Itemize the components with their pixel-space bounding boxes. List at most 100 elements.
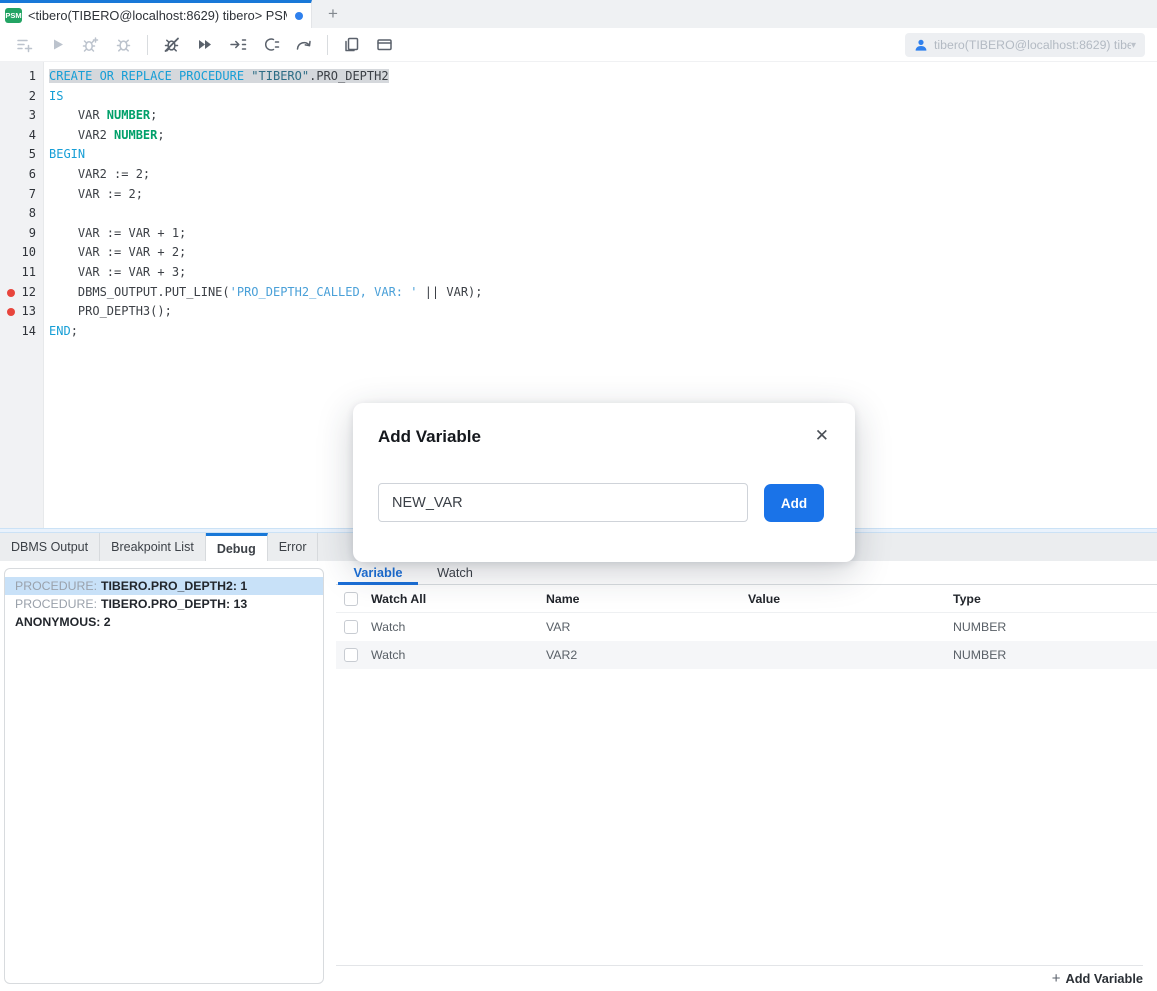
- line-text: END;: [36, 322, 78, 342]
- debug-icon: [115, 36, 132, 53]
- step-into-icon: [229, 36, 247, 53]
- line-text: VAR := 2;: [36, 185, 143, 205]
- code-line-3[interactable]: 3 VAR NUMBER;: [0, 106, 1157, 126]
- watch-label: Watch: [371, 620, 405, 634]
- line-number[interactable]: 5: [0, 145, 36, 165]
- line-number[interactable]: 10: [0, 243, 36, 263]
- variable-footer: + Add Variable: [336, 965, 1143, 991]
- code-line-6[interactable]: 6 VAR2 := 2;: [0, 165, 1157, 185]
- psm-file-icon: PSM: [5, 8, 22, 23]
- line-number[interactable]: 4: [0, 126, 36, 146]
- stack-frame[interactable]: PROCEDURE:TIBERO.PRO_DEPTH2: 1: [5, 577, 323, 595]
- debug-new-button: [77, 32, 104, 58]
- line-number[interactable]: 11: [0, 263, 36, 283]
- unsaved-dot-icon: [295, 12, 303, 20]
- no-debug-icon: [163, 36, 180, 53]
- run-icon: [49, 36, 66, 53]
- no-debug-button[interactable]: [158, 32, 185, 58]
- line-number[interactable]: 6: [0, 165, 36, 185]
- code-line-2[interactable]: 2IS: [0, 87, 1157, 107]
- code-line-14[interactable]: 14END;: [0, 322, 1157, 342]
- line-text: VAR := VAR + 3;: [36, 263, 186, 283]
- line-number[interactable]: 8: [0, 204, 36, 224]
- step-into-button[interactable]: [224, 32, 251, 58]
- add-script-icon: [16, 36, 33, 53]
- watch-checkbox[interactable]: [344, 620, 358, 634]
- tab-variable[interactable]: Variable: [336, 561, 420, 584]
- toolbar-separator: [327, 35, 328, 55]
- step-over-icon: [295, 36, 313, 53]
- run-button: [44, 32, 71, 58]
- code-line-7[interactable]: 7 VAR := 2;: [0, 185, 1157, 205]
- variable-type: NUMBER: [953, 620, 1157, 634]
- line-number[interactable]: 7: [0, 185, 36, 205]
- add-variable-button[interactable]: + Add Variable: [1052, 970, 1143, 987]
- code-line-8[interactable]: 8: [0, 204, 1157, 224]
- step-out-icon: [262, 36, 280, 53]
- line-text: VAR NUMBER;: [36, 106, 157, 126]
- tab-debug[interactable]: Debug: [206, 533, 268, 561]
- call-stack-panel: PROCEDURE:TIBERO.PRO_DEPTH2: 1PROCEDURE:…: [4, 568, 324, 984]
- code-line-11[interactable]: 11 VAR := VAR + 3;: [0, 263, 1157, 283]
- line-number[interactable]: 2: [0, 87, 36, 107]
- variable-table-body: WatchVARNUMBERWatchVAR2NUMBER: [336, 613, 1157, 669]
- tab-breakpoint-list[interactable]: Breakpoint List: [100, 533, 206, 561]
- tab-dbms-output[interactable]: DBMS Output: [0, 533, 100, 561]
- step-over-button[interactable]: [290, 32, 317, 58]
- tab-error[interactable]: Error: [268, 533, 319, 561]
- connection-label: tibero(TIBERO@localhost:8629) tibero: [934, 38, 1131, 52]
- toolbar-separator: [147, 35, 148, 55]
- variable-row-var2[interactable]: WatchVAR2NUMBER: [336, 641, 1157, 669]
- stack-frame-kind: PROCEDURE:: [15, 597, 97, 611]
- line-text: [36, 204, 49, 224]
- new-tab-button[interactable]: +: [320, 2, 346, 26]
- watch-label: Watch: [371, 648, 405, 662]
- code-line-10[interactable]: 10 VAR := VAR + 2;: [0, 243, 1157, 263]
- variable-table-header: Watch All Name Value Type: [336, 585, 1157, 613]
- toolbar-icons: [8, 32, 401, 58]
- stack-frame-location: TIBERO.PRO_DEPTH2: 1: [101, 579, 247, 593]
- code-line-4[interactable]: 4 VAR2 NUMBER;: [0, 126, 1157, 146]
- resume-button[interactable]: [191, 32, 218, 58]
- code-line-13[interactable]: 13 PRO_DEPTH3();: [0, 302, 1157, 322]
- open-folder-button[interactable]: [371, 32, 398, 58]
- plus-icon: +: [1052, 970, 1061, 987]
- line-text: IS: [36, 87, 63, 107]
- line-number[interactable]: 14: [0, 322, 36, 342]
- step-out-button[interactable]: [257, 32, 284, 58]
- open-folder-icon: [376, 36, 393, 53]
- code-lines: 1CREATE OR REPLACE PROCEDURE "TIBERO".PR…: [0, 67, 1157, 341]
- debug-panel: PROCEDURE:TIBERO.PRO_DEPTH2: 1PROCEDURE:…: [0, 561, 1157, 991]
- variable-row-var[interactable]: WatchVARNUMBER: [336, 613, 1157, 641]
- tab-watch[interactable]: Watch: [420, 561, 490, 584]
- line-text: VAR2 := 2;: [36, 165, 150, 185]
- line-number[interactable]: 1: [0, 67, 36, 87]
- line-number[interactable]: 3: [0, 106, 36, 126]
- line-number[interactable]: 13: [0, 302, 36, 322]
- copy-button[interactable]: [338, 32, 365, 58]
- connection-select[interactable]: tibero(TIBERO@localhost:8629) tibero ▾: [905, 33, 1145, 57]
- toolbar: tibero(TIBERO@localhost:8629) tibero ▾: [0, 28, 1157, 62]
- code-line-5[interactable]: 5BEGIN: [0, 145, 1157, 165]
- code-line-12[interactable]: 12 DBMS_OUTPUT.PUT_LINE('PRO_DEPTH2_CALL…: [0, 283, 1157, 303]
- editor-tab[interactable]: PSM <tibero(TIBERO@localhost:8629) tiber…: [0, 0, 312, 28]
- variable-name: VAR2: [546, 648, 748, 662]
- line-text: VAR := VAR + 1;: [36, 224, 186, 244]
- stack-frame-location: ANONYMOUS: 2: [15, 615, 111, 629]
- debug-new-icon: [82, 36, 99, 53]
- tab-title: <tibero(TIBERO@localhost:8629) tibero> P…: [28, 8, 287, 23]
- line-number[interactable]: 12: [0, 283, 36, 303]
- line-text: DBMS_OUTPUT.PUT_LINE('PRO_DEPTH2_CALLED,…: [36, 283, 483, 303]
- watch-all-checkbox[interactable]: [344, 592, 358, 606]
- code-line-1[interactable]: 1CREATE OR REPLACE PROCEDURE "TIBERO".PR…: [0, 67, 1157, 87]
- watch-checkbox[interactable]: [344, 648, 358, 662]
- close-icon[interactable]: ✕: [815, 427, 829, 444]
- stack-frame[interactable]: PROCEDURE: TIBERO.PRO_DEPTH: 13: [5, 595, 323, 613]
- variable-name-input[interactable]: [378, 483, 748, 522]
- stack-frame-location: TIBERO.PRO_DEPTH: 13: [101, 597, 247, 611]
- code-line-9[interactable]: 9 VAR := VAR + 1;: [0, 224, 1157, 244]
- line-number[interactable]: 9: [0, 224, 36, 244]
- breakpoint-icon[interactable]: [7, 289, 15, 297]
- add-button[interactable]: Add: [764, 484, 824, 522]
- stack-frame[interactable]: ANONYMOUS: 2: [5, 613, 323, 631]
